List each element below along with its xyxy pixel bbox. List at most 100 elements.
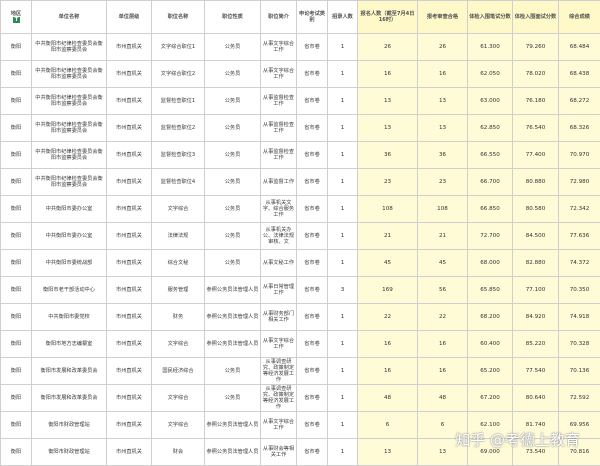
cell-nature[interactable]: 参照公务员法管理人员 [205,277,261,304]
cell-intro[interactable]: 从事财会等相关工作 [261,439,297,466]
cell-exam[interactable]: 省市卷 [297,34,328,61]
cell-exam[interactable]: 省市卷 [297,250,328,277]
cell-recruit[interactable]: 1 [328,169,358,196]
cell-nature[interactable]: 公务员 [205,196,261,223]
col-header-position-name[interactable]: 职位名称 [152,1,205,34]
cell-nature[interactable]: 公务员 [205,34,261,61]
cell-intro[interactable]: 从事日常管理工作 [261,277,297,304]
cell-written-score[interactable]: 62.850 [468,115,513,142]
cell-written-score[interactable]: 67.200 [468,385,513,412]
cell-position[interactable]: 监督检查职位1 [152,88,205,115]
table-row[interactable]: 衡阳中共衡阳市纪律检查委员会衡阳市监察委员会市州直机关文字综合职位2公务员从事文… [1,61,600,88]
cell-level[interactable]: 市州直机关 [107,358,152,385]
cell-intro[interactable]: 从事文字综合工作 [261,412,297,439]
cell-written-score[interactable]: 65.850 [468,277,513,304]
cell-total-score[interactable]: 70.328 [559,331,600,358]
cell-nature[interactable]: 参照公务员法管理人员 [205,439,261,466]
cell-intro[interactable]: 从事监督检查工作 [261,88,297,115]
cell-nature[interactable]: 公务员 [205,223,261,250]
cell-level[interactable]: 市州直机关 [107,331,152,358]
cell-total-score[interactable]: 70.350 [559,277,600,304]
cell-written-score[interactable]: 66.700 [468,169,513,196]
cell-nature[interactable]: 公务员 [205,169,261,196]
cell-recruit[interactable]: 1 [328,385,358,412]
cell-position[interactable]: 文字综合 [152,412,205,439]
cell-exam[interactable]: 省市卷 [297,88,328,115]
cell-intro[interactable]: 从事文字综合工作 [261,34,297,61]
cell-recruit[interactable]: 1 [328,358,358,385]
cell-unit[interactable]: 中共衡阳市委统战部 [32,250,107,277]
cell-interview-score[interactable]: 80.640 [513,385,559,412]
cell-passed[interactable]: 36 [418,142,468,169]
cell-unit[interactable]: 中共衡阳市委党校 [32,304,107,331]
cell-level[interactable]: 市州直机关 [107,196,152,223]
cell-level[interactable]: 市州直机关 [107,250,152,277]
col-header-unit-level[interactable]: 单位层级 [107,1,152,34]
filter-icon[interactable]: T [13,17,20,23]
cell-passed[interactable]: 16 [418,61,468,88]
cell-unit[interactable]: 衡阳市财政管理站 [32,412,107,439]
table-row[interactable]: 衡阳中共衡阳市纪律检查委员会衡阳市监察委员会市州直机关监督检查职位4公务员从事监… [1,169,600,196]
cell-position[interactable]: 监督检查职位3 [152,142,205,169]
cell-recruit[interactable]: 1 [328,250,358,277]
table-row[interactable]: 衡阳中共衡阳市委统战部市州直机关综合文秘公务员从事文秘工作省市卷1454568.… [1,250,600,277]
table-row[interactable]: 衡阳中共衡阳市纪律检查委员会衡阳市监察委员会市州直机关监督检查职位2公务员从事监… [1,115,600,142]
cell-applicants[interactable]: 23 [358,169,418,196]
cell-unit[interactable]: 衡阳市财政管理站 [32,439,107,466]
cell-written-score[interactable]: 66.550 [468,142,513,169]
cell-nature[interactable]: 公务员 [205,88,261,115]
cell-position[interactable]: 监督检查职位2 [152,115,205,142]
cell-written-score[interactable]: 68.200 [468,304,513,331]
cell-region[interactable]: 衡阳 [1,61,32,88]
cell-exam[interactable]: 省市卷 [297,439,328,466]
cell-position[interactable]: 法律法规 [152,223,205,250]
cell-nature[interactable]: 公务员 [205,385,261,412]
cell-nature[interactable]: 参照公务员法管理人员 [205,331,261,358]
col-header-interview-score[interactable]: 体检入围面试分数 [513,1,559,34]
cell-exam[interactable]: 省市卷 [297,61,328,88]
col-header-position-intro[interactable]: 职位简介 [261,1,297,34]
cell-exam[interactable]: 省市卷 [297,169,328,196]
cell-passed[interactable]: 48 [418,385,468,412]
cell-interview-score[interactable]: 76.180 [513,88,559,115]
cell-level[interactable]: 市州直机关 [107,223,152,250]
cell-region[interactable]: 衡阳 [1,412,32,439]
cell-written-score[interactable]: 68.000 [468,250,513,277]
cell-level[interactable]: 市州直机关 [107,277,152,304]
cell-intro[interactable]: 从事监督检查工作 [261,142,297,169]
cell-passed[interactable]: 56 [418,277,468,304]
cell-total-score[interactable]: 70.970 [559,142,600,169]
cell-level[interactable]: 市州直机关 [107,34,152,61]
cell-applicants[interactable]: 13 [358,115,418,142]
cell-total-score[interactable]: 72.980 [559,169,600,196]
cell-nature[interactable]: 公务员 [205,115,261,142]
cell-exam[interactable]: 省市卷 [297,412,328,439]
cell-intro[interactable]: 从事机关文字、综合服务工作 [261,196,297,223]
cell-total-score[interactable]: 68.438 [559,61,600,88]
cell-total-score[interactable]: 68.272 [559,88,600,115]
table-row[interactable]: 衡阳中共衡阳市纪律检查委员会衡阳市监察委员会市州直机关监督检查职位1公务员从事监… [1,88,600,115]
cell-exam[interactable]: 省市卷 [297,277,328,304]
cell-applicants[interactable]: 16 [358,358,418,385]
cell-position[interactable]: 监督检查职位4 [152,169,205,196]
cell-total-score[interactable]: 74.918 [559,304,600,331]
cell-recruit[interactable]: 1 [328,223,358,250]
cell-interview-score[interactable]: 84.500 [513,223,559,250]
cell-nature[interactable]: 参照公务员法管理人员 [205,412,261,439]
cell-recruit[interactable]: 1 [328,196,358,223]
cell-applicants[interactable]: 13 [358,88,418,115]
cell-applicants[interactable]: 36 [358,142,418,169]
cell-exam[interactable]: 省市卷 [297,196,328,223]
col-header-exam-type[interactable]: 申论考试类别 [297,1,328,34]
cell-nature[interactable]: 公务员 [205,250,261,277]
cell-total-score[interactable]: 72.342 [559,196,600,223]
cell-applicants[interactable]: 16 [358,61,418,88]
cell-written-score[interactable]: 62.050 [468,61,513,88]
cell-applicants[interactable]: 16 [358,331,418,358]
cell-position[interactable]: 文字综合职位2 [152,61,205,88]
cell-exam[interactable]: 省市卷 [297,331,328,358]
cell-position[interactable]: 文字综合 [152,196,205,223]
cell-level[interactable]: 市州直机关 [107,412,152,439]
cell-region[interactable]: 衡阳 [1,169,32,196]
cell-written-score[interactable]: 65.200 [468,358,513,385]
